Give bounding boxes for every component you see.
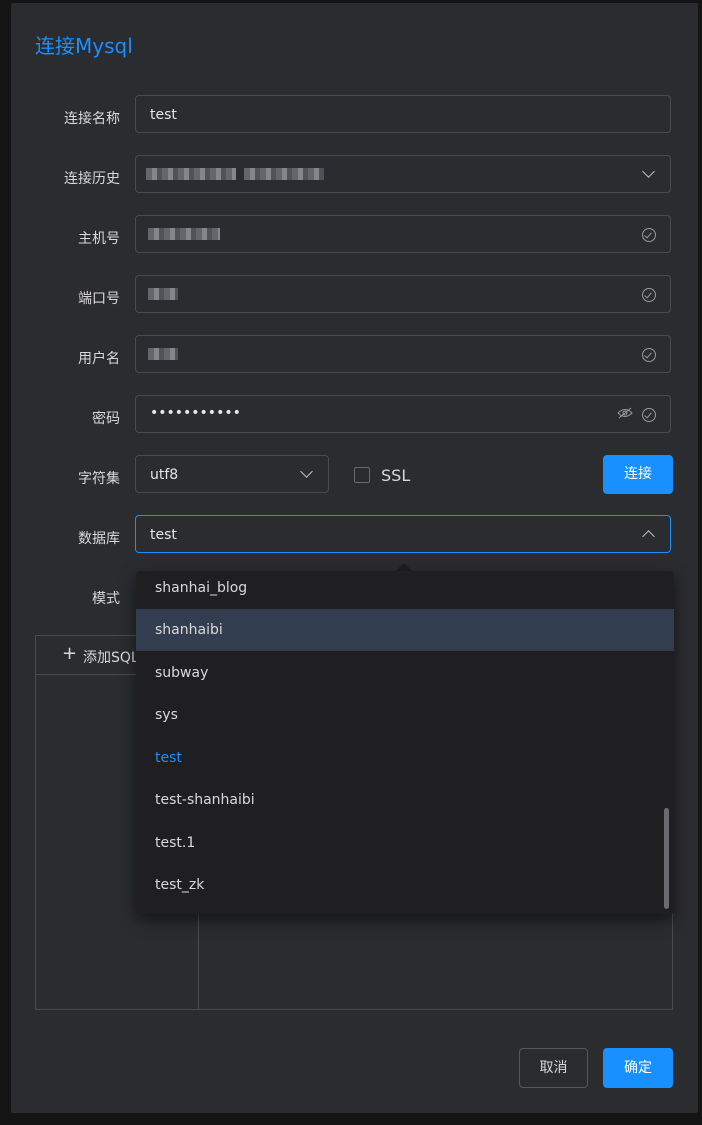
blurred-history-value: [146, 168, 236, 180]
password-label: 密码: [92, 411, 120, 427]
add-sql-button[interactable]: 添加SQL: [83, 647, 139, 667]
plus-icon: +: [62, 643, 78, 664]
dropdown-option[interactable]: test_zk: [136, 864, 674, 906]
connection-name-label: 连接名称: [64, 111, 120, 127]
check-circle-icon: [642, 348, 656, 362]
host-label: 主机号: [78, 231, 120, 247]
check-circle-icon: [642, 228, 656, 242]
dropdown-option[interactable]: subway: [136, 652, 674, 694]
connection-history-label: 连接历史: [64, 171, 120, 187]
ssl-label: SSL: [381, 466, 411, 485]
ssl-checkbox[interactable]: [354, 467, 370, 483]
charset-label: 字符集: [78, 471, 120, 487]
cancel-button[interactable]: 取消: [519, 1048, 588, 1088]
schema-label: 模式: [92, 591, 120, 607]
dropdown-option[interactable]: shanhai_blog: [136, 571, 674, 609]
charset-select[interactable]: utf8: [135, 455, 329, 493]
database-value: test: [150, 527, 177, 543]
connection-history-select[interactable]: [135, 155, 671, 193]
connect-mysql-dialog: 连接Mysql 连接名称 test 连接历史 主机号 端口号 用户名 密码 ••…: [11, 3, 698, 1113]
dropdown-option[interactable]: test: [136, 737, 674, 779]
port-label: 端口号: [78, 291, 120, 307]
connection-name-input[interactable]: test: [135, 95, 671, 133]
check-circle-icon: [642, 288, 656, 302]
dropdown-option[interactable]: test-shanhaibi: [136, 779, 674, 821]
connection-name-value: test: [150, 107, 177, 123]
check-circle-icon: [642, 408, 656, 422]
dialog-title: 连接Mysql: [35, 34, 133, 58]
port-input[interactable]: [135, 275, 671, 313]
database-select[interactable]: test: [135, 515, 671, 553]
blurred-username-value: [148, 348, 178, 360]
password-input[interactable]: •••••••••••: [135, 395, 671, 433]
dropdown-scrollbar[interactable]: [664, 808, 669, 909]
blurred-port-value: [148, 288, 178, 300]
username-input[interactable]: [135, 335, 671, 373]
host-input[interactable]: [135, 215, 671, 253]
eye-invisible-icon[interactable]: [617, 407, 633, 419]
dropdown-option[interactable]: sys: [136, 694, 674, 736]
connect-button[interactable]: 连接: [603, 455, 673, 494]
chevron-down-icon: [300, 465, 313, 478]
password-value: •••••••••••: [150, 405, 241, 421]
dropdown-option[interactable]: test.1: [136, 822, 674, 864]
dropdown-option[interactable]: shanhaibi: [136, 609, 674, 651]
database-dropdown: shanhai_blog shanhaibi subway sys test t…: [136, 571, 674, 914]
database-label: 数据库: [78, 531, 120, 547]
chevron-down-icon: [642, 165, 655, 178]
blurred-history-value-2: [244, 168, 324, 180]
charset-value: utf8: [150, 467, 179, 483]
ok-button[interactable]: 确定: [603, 1048, 673, 1088]
blurred-host-value: [148, 228, 220, 240]
chevron-up-icon: [642, 530, 655, 543]
username-label: 用户名: [78, 351, 120, 367]
